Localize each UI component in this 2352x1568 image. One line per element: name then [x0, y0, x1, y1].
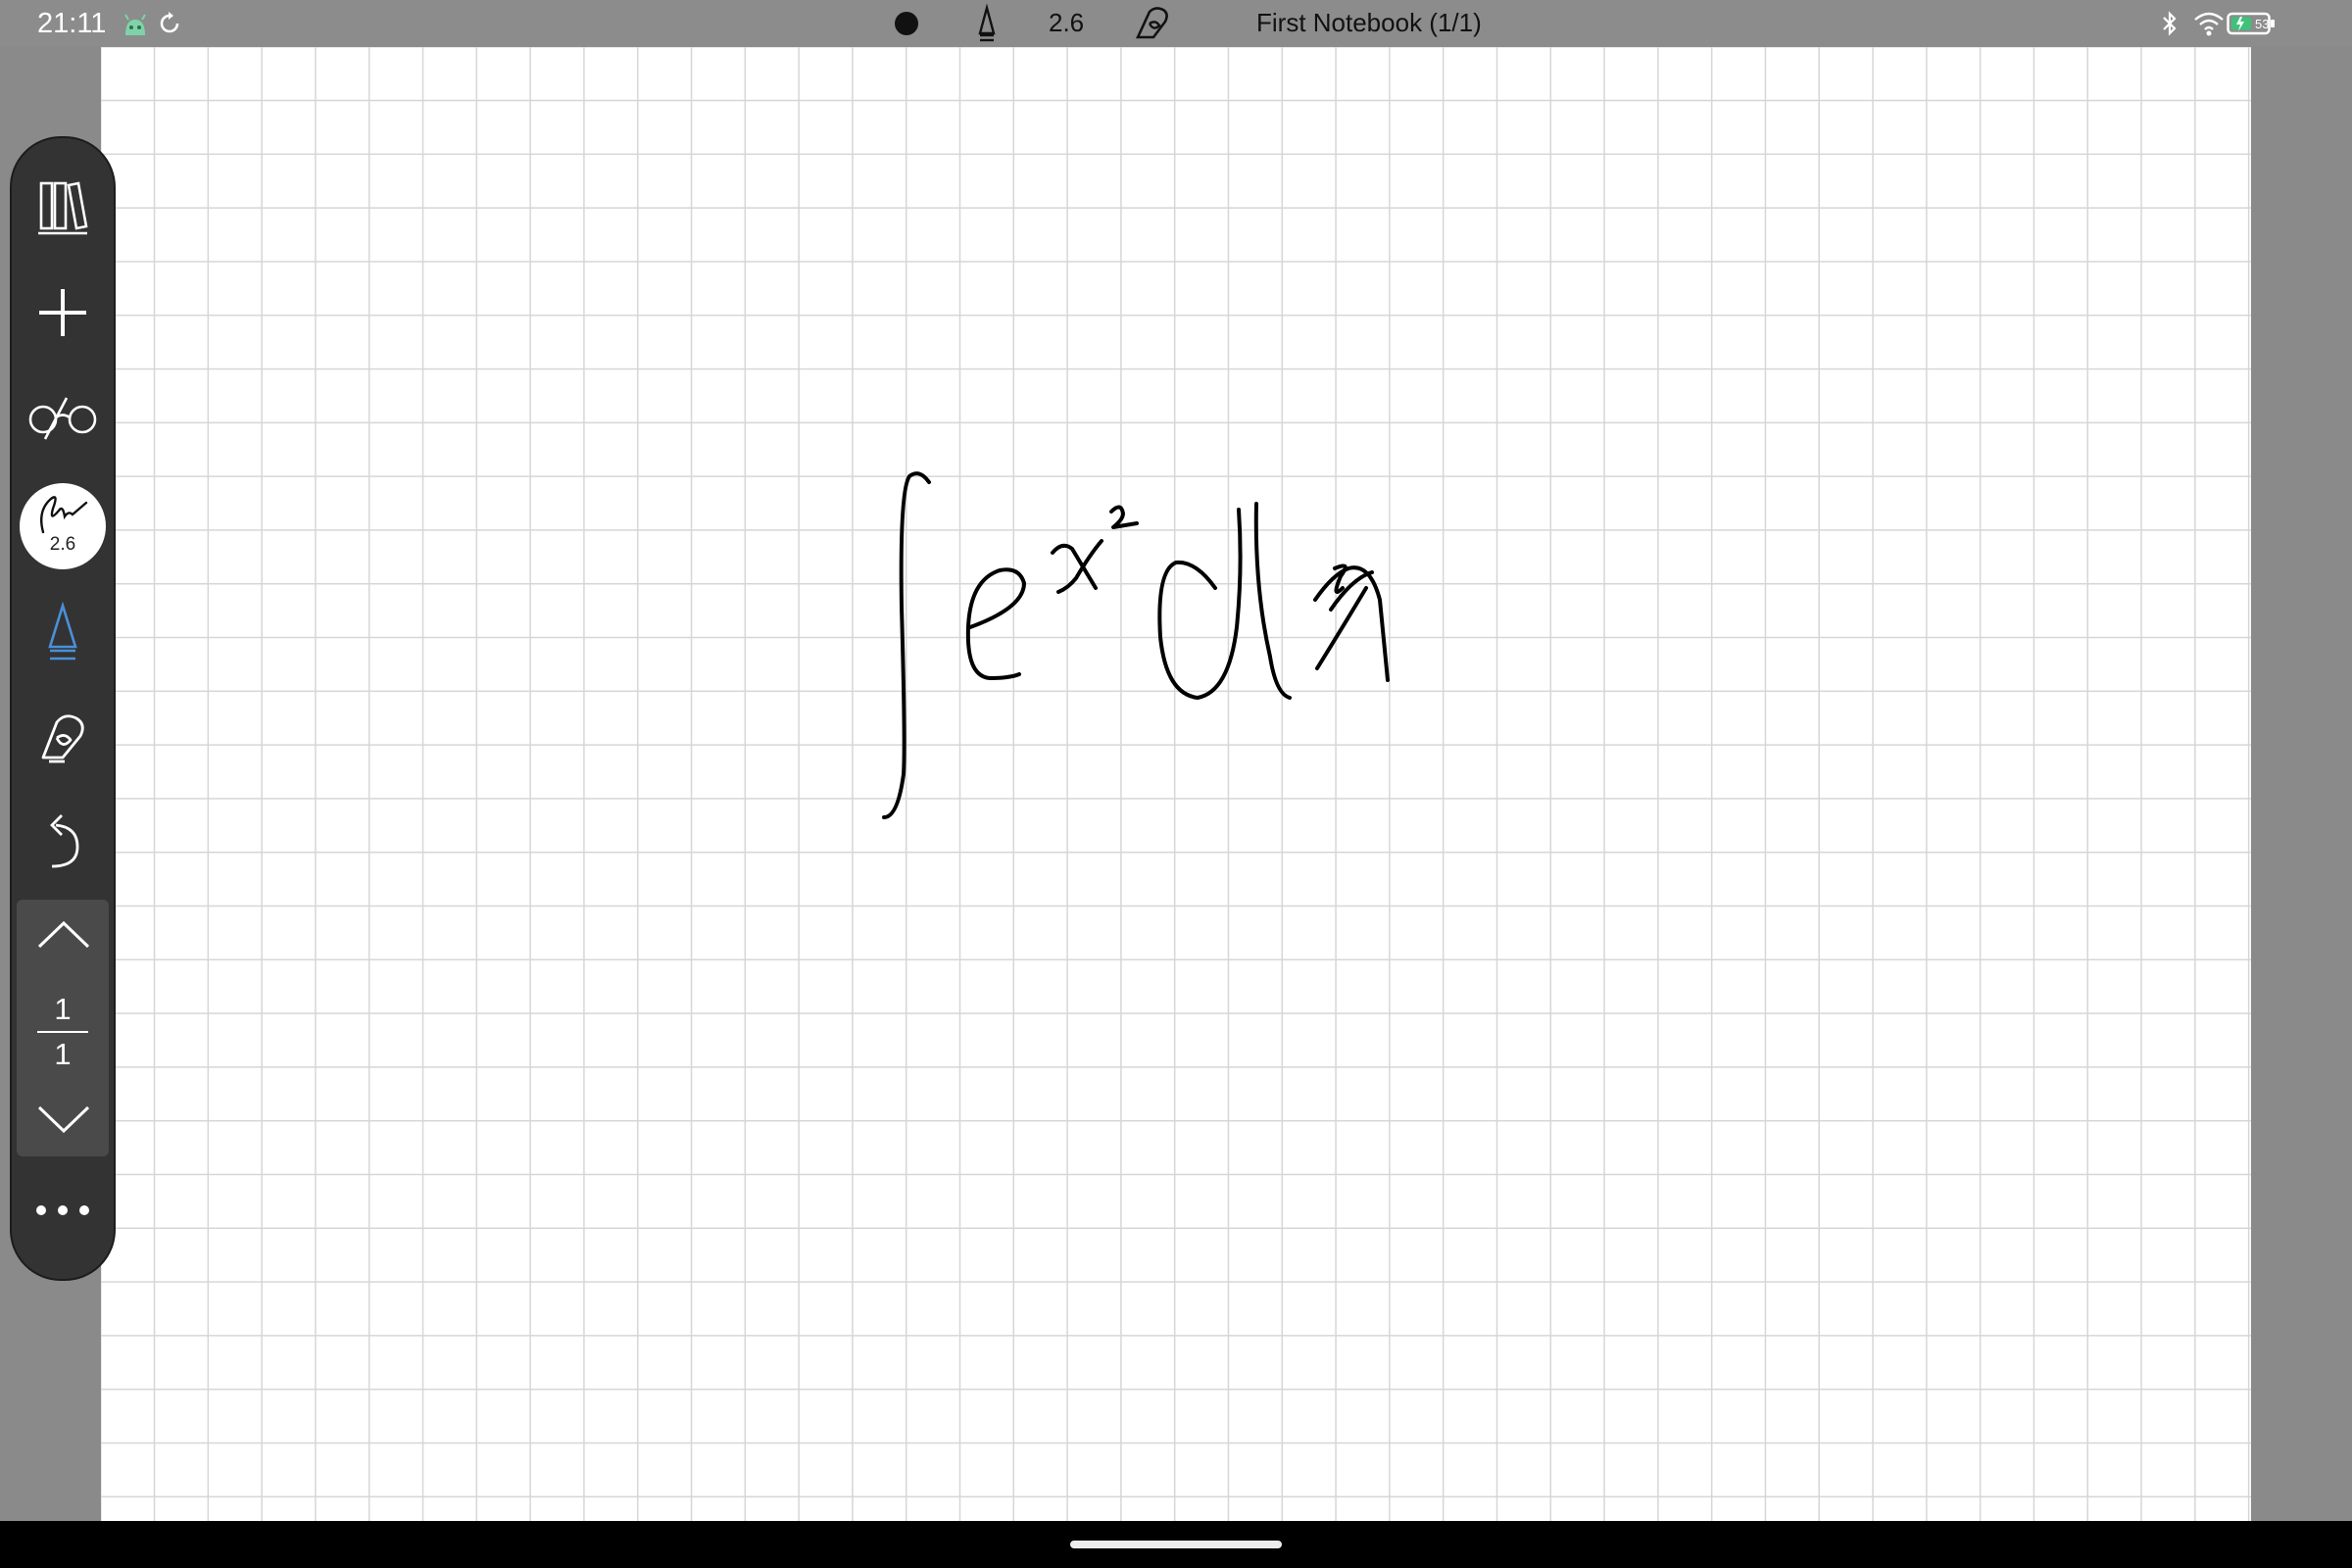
page-navigator: 1 1: [17, 900, 109, 1156]
left-toolbar: 2.6 1 1: [10, 136, 116, 1281]
notebook-title[interactable]: First Notebook (1/1): [1256, 8, 1482, 38]
current-page: 1: [54, 992, 72, 1026]
handwritten-integral: [882, 471, 1390, 819]
android-debug-icon: [124, 14, 146, 35]
pen-tip-button[interactable]: [12, 585, 114, 679]
read-mode-button[interactable]: [12, 370, 114, 465]
pen-size-badge: 2.6: [49, 534, 76, 555]
battery-level: 53: [2255, 17, 2270, 31]
status-time: 21:11: [37, 8, 107, 39]
pen-color-indicator[interactable]: [892, 0, 921, 47]
pen-icon: [40, 496, 88, 534]
undo-icon: [50, 814, 79, 868]
stroke-integral: [882, 471, 931, 819]
sync-icon: [160, 12, 179, 33]
status-bar: 21:11 2.6 First Notebook (1/1) 53: [0, 0, 2352, 47]
page-down-icon[interactable]: [37, 1105, 90, 1135]
pen-tool-button[interactable]: 2.6: [20, 483, 106, 569]
eraser-hand-icon[interactable]: [1132, 0, 1173, 47]
stroke-d-bowl: [1157, 508, 1243, 700]
notebook-page[interactable]: [101, 47, 2251, 1521]
stroke-d-stem: [1253, 502, 1292, 700]
library-icon: [38, 181, 88, 235]
home-gesture-bar[interactable]: [1070, 1541, 1282, 1548]
eraser-button[interactable]: [12, 690, 114, 784]
eraser-hand-icon: [41, 714, 84, 763]
stroke-e: [965, 567, 1026, 680]
read-mode-icon: [28, 397, 97, 440]
pen-size-label[interactable]: 2.6: [1049, 8, 1084, 38]
pen-tip-icon: [48, 602, 77, 661]
pen-tip-icon[interactable]: [972, 0, 1002, 47]
more-button[interactable]: [12, 1163, 114, 1257]
wifi-icon: [2194, 12, 2224, 36]
more-icon: [36, 1205, 89, 1215]
library-button[interactable]: [12, 161, 114, 255]
page-up-icon[interactable]: [37, 919, 90, 949]
stroke-sup-2: [1109, 505, 1139, 529]
add-page-button[interactable]: [12, 266, 114, 360]
undo-button[interactable]: [12, 795, 114, 889]
bluetooth-icon: [2163, 11, 2177, 36]
page-divider: [37, 1031, 88, 1033]
add-icon: [39, 289, 86, 336]
navigation-bar: [0, 1521, 2352, 1568]
total-pages: 1: [54, 1037, 72, 1071]
stroke-x2: [1315, 564, 1374, 670]
